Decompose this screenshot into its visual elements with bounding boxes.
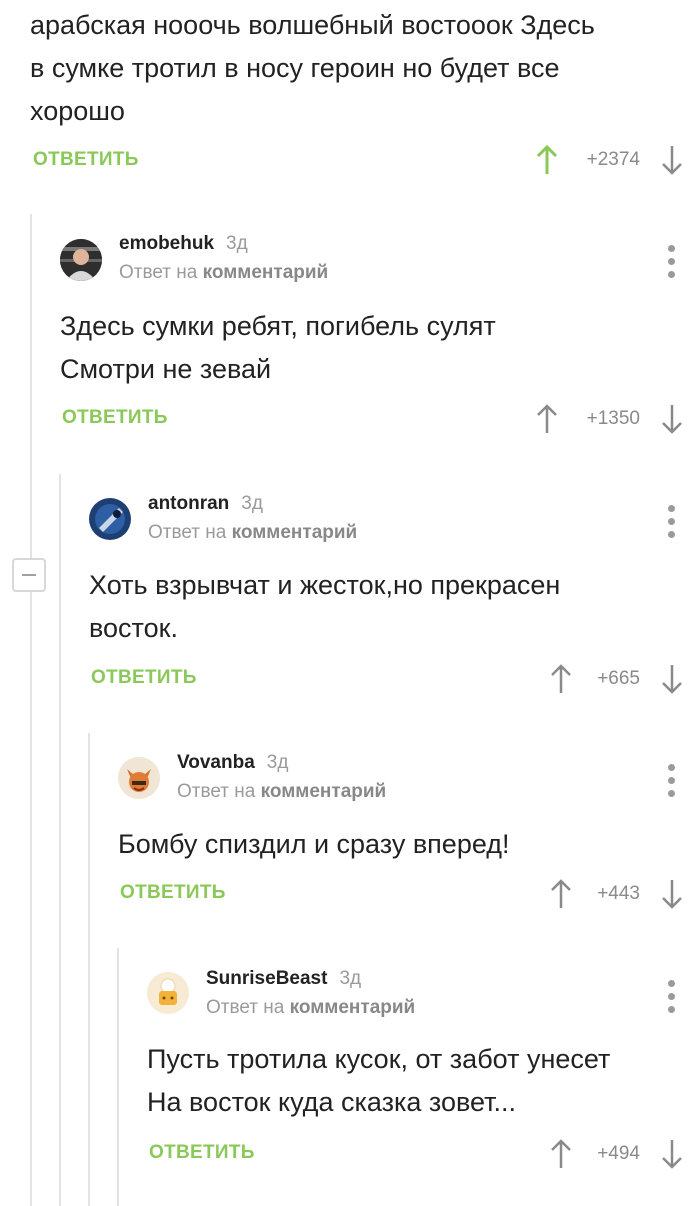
- top-comment-reply-button[interactable]: ОТВЕТИТЬ: [33, 149, 139, 171]
- comment-text: Хоть взрывчат и жесток,но прекрасен вост…: [89, 570, 561, 643]
- comment-text: Бомбу спиздил и сразу вперед!: [118, 829, 510, 859]
- more-options-icon[interactable]: [668, 505, 676, 544]
- more-options-icon[interactable]: [668, 980, 676, 1019]
- comment-age: 3д: [241, 493, 263, 514]
- comment-header: Vovanba 3д: [177, 752, 288, 774]
- downvote-arrow-icon[interactable]: [660, 663, 684, 695]
- reply-to-meta: Ответ на комментарий: [148, 522, 357, 544]
- author-name[interactable]: emobehuk: [119, 233, 214, 254]
- thread-line-level-3[interactable]: [88, 733, 90, 1206]
- reply-to-prefix: Ответ на: [119, 262, 198, 283]
- downvote-arrow-icon[interactable]: [660, 1138, 684, 1170]
- reply-button[interactable]: ОТВЕТИТЬ: [120, 882, 226, 904]
- top-comment-text: арабская нооочь волшебный востооок Здесь…: [30, 10, 595, 126]
- collapse-thread-button[interactable]: [12, 558, 46, 592]
- downvote-arrow-icon[interactable]: [660, 878, 684, 910]
- author-name[interactable]: Vovanba: [177, 752, 255, 773]
- comment-score: +494: [597, 1143, 640, 1164]
- avatar[interactable]: [89, 498, 131, 540]
- comment-score: +665: [597, 668, 640, 689]
- reply-to-meta: Ответ на комментарий: [119, 262, 328, 284]
- top-comment-score: +2374: [586, 149, 640, 170]
- thread-line-level-4[interactable]: [117, 948, 119, 1206]
- comment-header: antonran 3д: [148, 493, 263, 515]
- comment-header: SunriseBeast 3д: [206, 968, 361, 990]
- more-options-icon[interactable]: [668, 245, 676, 284]
- comment-header: emobehuk 3д: [119, 233, 248, 255]
- avatar[interactable]: [118, 757, 160, 799]
- reply-button[interactable]: ОТВЕТИТЬ: [91, 667, 197, 689]
- reply-to-meta: Ответ на комментарий: [206, 997, 415, 1019]
- reply-to-link[interactable]: комментарий: [261, 781, 387, 802]
- comment-score: +1350: [586, 408, 640, 429]
- comment-age: 3д: [339, 968, 362, 989]
- upvote-arrow-icon[interactable]: [535, 403, 559, 435]
- more-options-icon[interactable]: [668, 764, 676, 803]
- reply-to-meta: Ответ на комментарий: [177, 781, 386, 803]
- author-name[interactable]: SunriseBeast: [206, 968, 327, 989]
- downvote-arrow-icon[interactable]: [660, 144, 684, 176]
- author-name[interactable]: antonran: [148, 493, 229, 514]
- upvote-arrow-icon[interactable]: [535, 144, 559, 176]
- comment-age: 3д: [266, 752, 289, 773]
- reply-to-prefix: Ответ на: [148, 522, 227, 543]
- downvote-arrow-icon[interactable]: [660, 403, 684, 435]
- reply-button[interactable]: ОТВЕТИТЬ: [149, 1142, 255, 1164]
- avatar[interactable]: [147, 972, 189, 1014]
- thread-line-level-1[interactable]: [30, 214, 32, 1206]
- reply-button[interactable]: ОТВЕТИТЬ: [62, 407, 168, 429]
- avatar[interactable]: [60, 239, 102, 281]
- reply-to-prefix: Ответ на: [206, 997, 285, 1018]
- comment-text: Пусть тротила кусок, от забот унесет На …: [147, 1044, 611, 1117]
- reply-to-link[interactable]: комментарий: [290, 997, 416, 1018]
- comment-age: 3д: [226, 233, 248, 254]
- reply-to-prefix: Ответ на: [177, 781, 256, 802]
- thread-line-level-2[interactable]: [59, 474, 61, 1206]
- comment-text: Здесь сумки ребят, погибель сулят Смотри…: [60, 311, 496, 384]
- reply-to-link[interactable]: комментарий: [203, 262, 329, 283]
- reply-to-link[interactable]: комментарий: [232, 522, 358, 543]
- comment-score: +443: [597, 883, 640, 904]
